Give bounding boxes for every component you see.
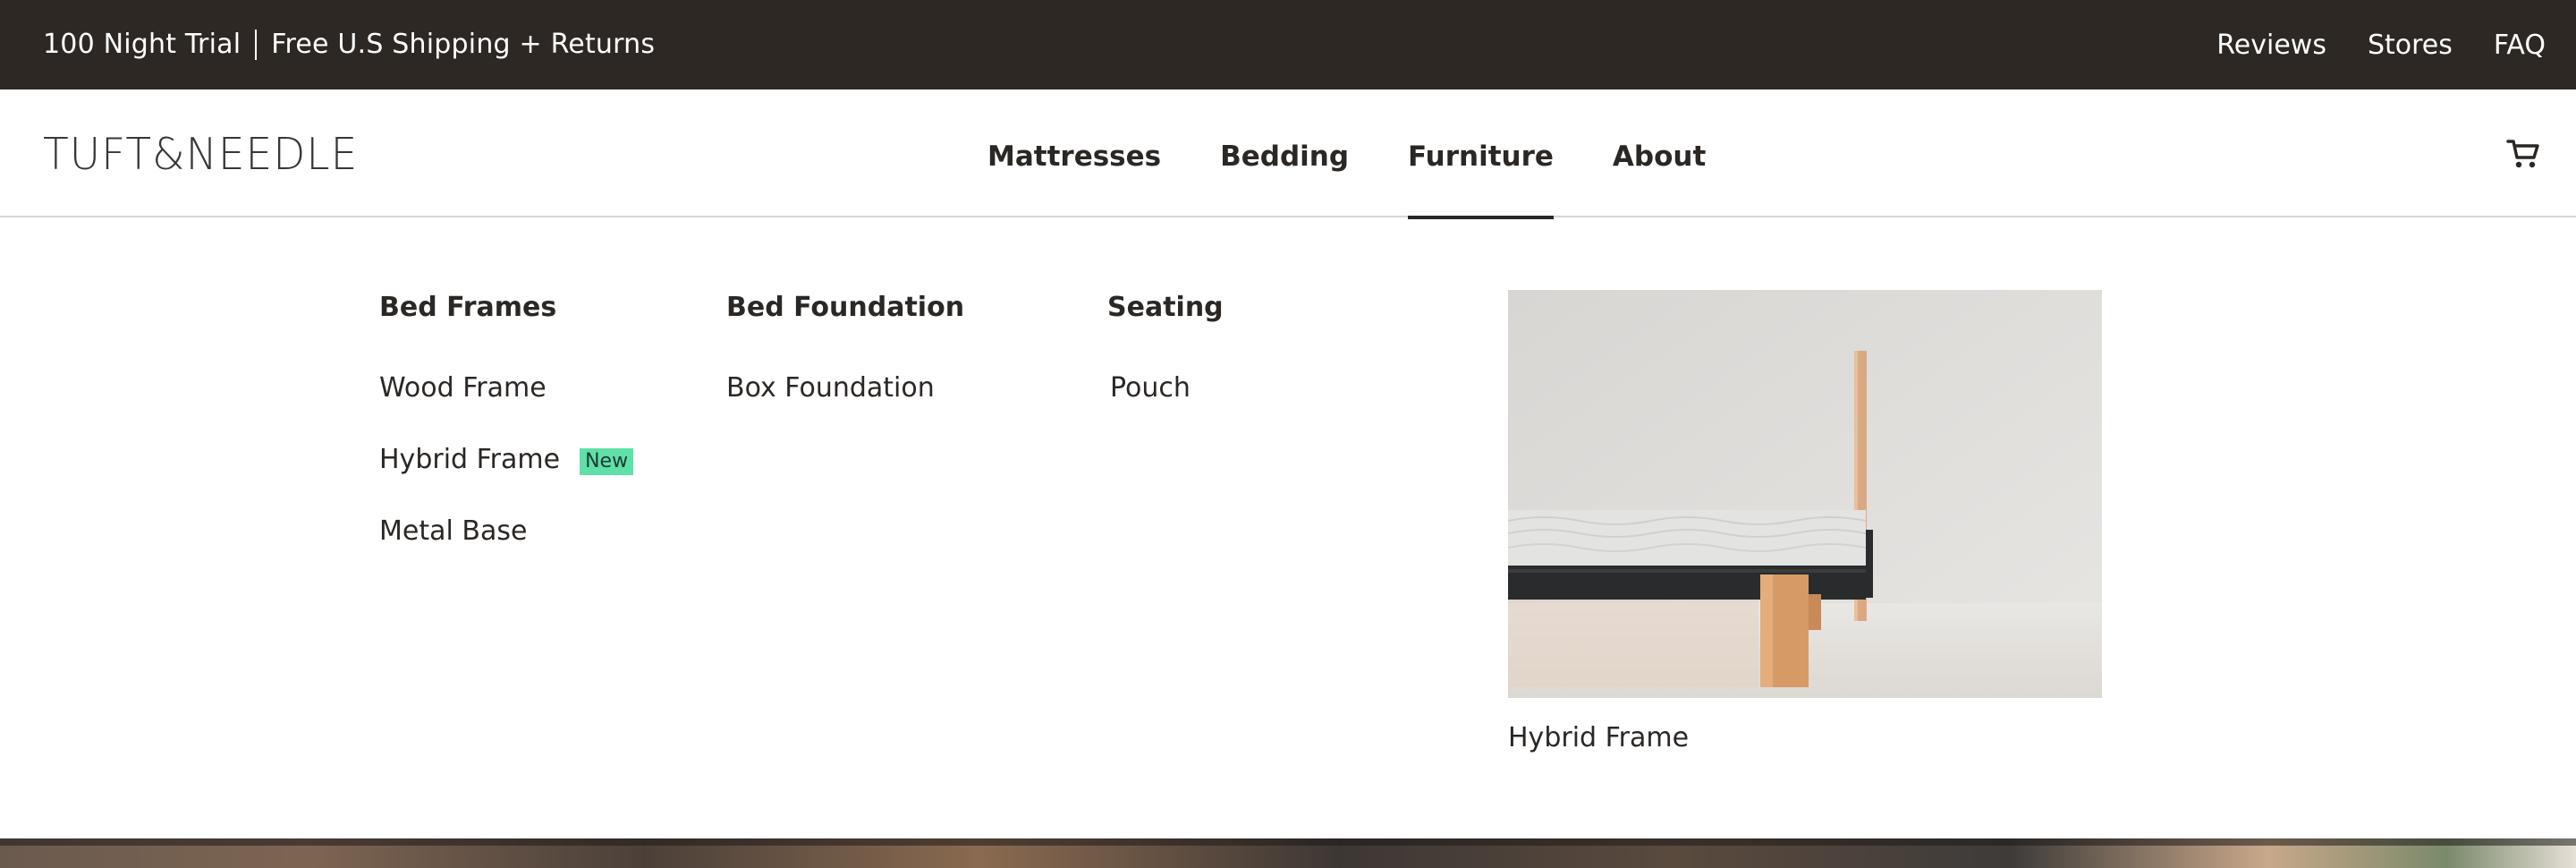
reviews-link[interactable]: Reviews	[2216, 29, 2326, 63]
stores-link[interactable]: Stores	[2368, 29, 2453, 63]
hero-shadow	[0, 838, 2576, 846]
nav-furniture[interactable]: Furniture	[1408, 89, 1554, 219]
bed-foundation-column: Bed Foundation Box Foundation	[726, 291, 964, 443]
featured-caption: Hybrid Frame	[1508, 722, 1690, 753]
promo-bar: 100 Night Trial Free U.S Shipping + Retu…	[0, 0, 2576, 89]
hybrid-frame-image	[1508, 290, 2102, 698]
cart-button[interactable]	[2506, 138, 2540, 170]
furniture-mega-menu: Bed Frames Wood Frame Hybrid Frame New M…	[0, 219, 2576, 838]
promo-text: 100 Night Trial Free U.S Shipping + Retu…	[43, 28, 655, 62]
promo-shipping: Free U.S Shipping + Returns	[271, 29, 656, 60]
brand-logo[interactable]: TUFT&NEEDLE	[43, 131, 358, 179]
seating-column: Seating Pouch	[1107, 291, 1224, 443]
promo-trial: 100 Night Trial	[43, 29, 242, 60]
cart-icon	[2506, 140, 2539, 168]
nav-label: Mattresses	[987, 140, 1162, 173]
featured-product-card[interactable]: Hybrid Frame	[1508, 290, 2102, 755]
seating-heading: Seating	[1107, 292, 1224, 323]
metal-base-link[interactable]: Metal Base	[379, 515, 633, 549]
bed-foundation-heading: Bed Foundation	[726, 292, 965, 323]
link-label: Box Foundation	[726, 372, 935, 404]
bed-frames-column: Bed Frames Wood Frame Hybrid Frame New M…	[379, 291, 634, 586]
faq-link[interactable]: FAQ	[2494, 29, 2546, 63]
nav-bedding[interactable]: Bedding	[1220, 89, 1349, 217]
link-label: Wood Frame	[379, 372, 547, 404]
utility-links: Reviews Stores FAQ	[2216, 29, 2546, 63]
promo-divider	[255, 30, 258, 60]
link-label: Hybrid Frame	[379, 444, 561, 475]
main-nav: Mattresses Bedding Furniture About	[987, 89, 1706, 219]
link-label: Pouch	[1110, 372, 1191, 404]
link-label: Metal Base	[379, 515, 528, 547]
nav-label: Bedding	[1220, 140, 1350, 173]
main-header: TUFT&NEEDLE Mattresses Bedding Furniture…	[0, 89, 2576, 219]
nav-mattresses[interactable]: Mattresses	[987, 89, 1161, 217]
hero-banner-image	[0, 838, 2576, 868]
seating-links: Pouch	[1107, 371, 1224, 405]
bed-foundation-links: Box Foundation	[726, 371, 964, 405]
nav-label: Furniture	[1408, 140, 1554, 173]
hybrid-frame-link[interactable]: Hybrid Frame New	[379, 443, 634, 477]
box-foundation-link[interactable]: Box Foundation	[726, 371, 964, 405]
new-badge: New	[580, 448, 634, 475]
bed-frames-links: Wood Frame Hybrid Frame New Metal Base	[379, 371, 634, 549]
bed-frames-heading: Bed Frames	[379, 292, 557, 323]
pouch-link[interactable]: Pouch	[1107, 371, 1224, 405]
wood-frame-link[interactable]: Wood Frame	[379, 371, 633, 405]
nav-about[interactable]: About	[1613, 89, 1706, 217]
nav-label: About	[1612, 140, 1707, 173]
